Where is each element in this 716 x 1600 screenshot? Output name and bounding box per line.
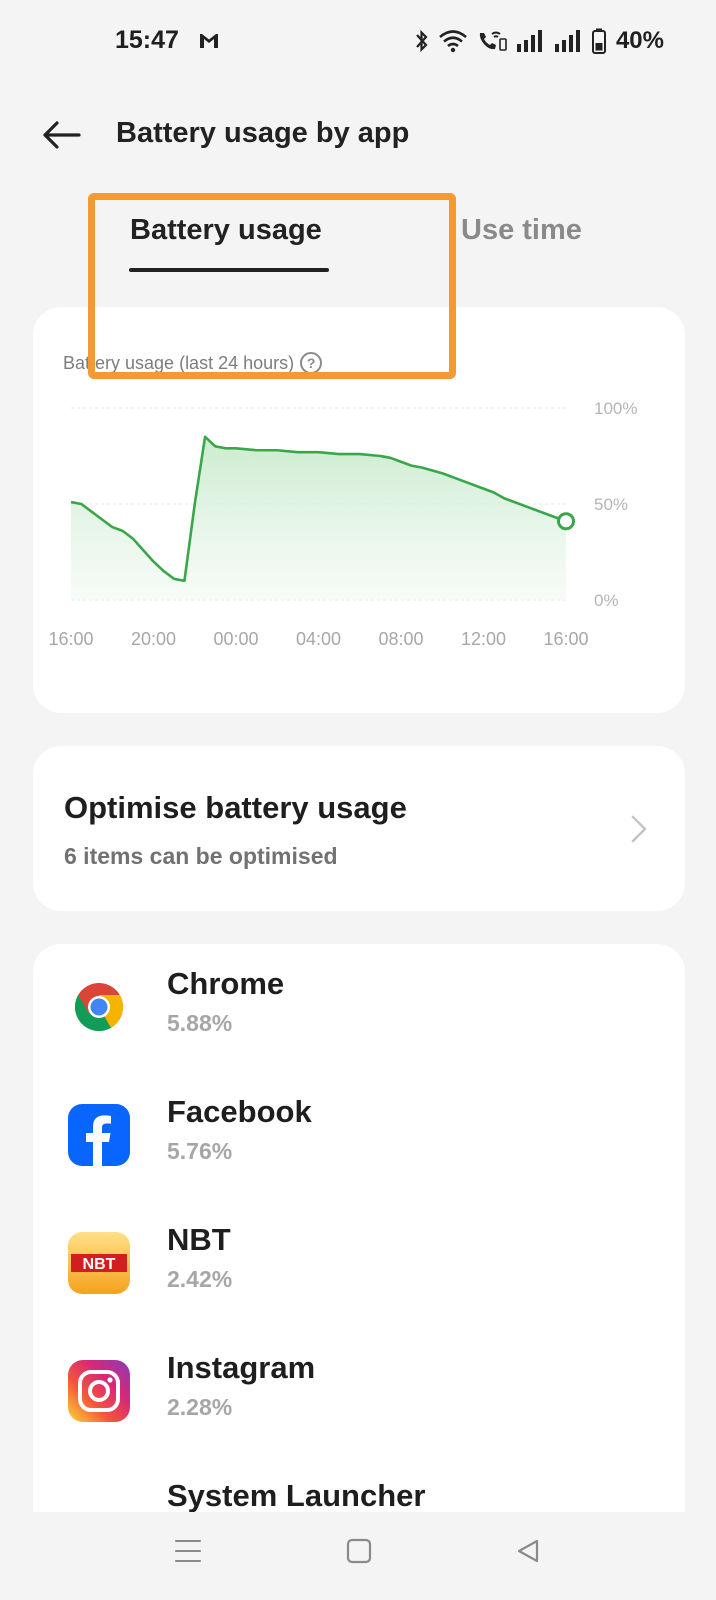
optimise-title: Optimise battery usage <box>64 790 407 825</box>
x-tick-label: 08:00 <box>378 629 423 649</box>
app-name: NBT <box>167 1222 231 1257</box>
active-tab-indicator <box>129 268 329 272</box>
x-tick-label: 16:00 <box>48 629 93 649</box>
y-tick-label: 50% <box>594 495 628 514</box>
app-name: Chrome <box>167 966 285 1001</box>
wifi-calling-icon <box>479 31 507 51</box>
chart-end-marker <box>557 512 575 531</box>
app-name: Facebook <box>167 1094 312 1129</box>
optimise-subtitle: 6 items can be optimised <box>64 843 338 869</box>
app-row-instagram[interactable]: Instagram 2.28% <box>33 1328 685 1438</box>
y-tick-label: 0% <box>594 591 619 610</box>
nbt-icon: NBT <box>68 1232 130 1294</box>
chrome-icon <box>74 983 124 1032</box>
nbt-icon-text: NBT <box>83 1256 116 1273</box>
tab-use-time[interactable]: Use time <box>461 214 582 247</box>
app-name: Instagram <box>167 1350 316 1385</box>
y-tick-label: 100% <box>594 399 637 418</box>
x-tick-label: 00:00 <box>213 629 258 649</box>
app-percent: 2.42% <box>167 1266 233 1292</box>
app-row-chrome[interactable]: Chrome 5.88% <box>33 944 685 1054</box>
app-row-facebook[interactable]: Facebook 5.76% <box>33 1072 685 1182</box>
app-row-nbt[interactable]: NBT NBT 2.42% <box>33 1200 685 1310</box>
battery-icon <box>591 28 606 54</box>
signal-icon <box>554 30 580 52</box>
gmail-icon <box>200 34 218 48</box>
wifi-icon <box>439 30 467 53</box>
chevron-right-icon <box>631 815 647 843</box>
back-triangle-icon[interactable] <box>515 1538 541 1564</box>
signal-icon <box>516 30 542 52</box>
battery-usage-chart: 100% 50% 0% 16:00 20:00 00:00 04:00 08:00 12:00… <box>48 399 637 649</box>
chart-area-fill <box>71 436 566 600</box>
app-percent: 5.88% <box>167 1010 233 1036</box>
page-title: Battery usage by app <box>116 117 410 149</box>
optimise-battery-card[interactable]: Optimise battery usage 6 items can be op… <box>33 746 685 911</box>
x-tick-label: 16:00 <box>543 629 588 649</box>
battery-chart-card: Battery usage (last 24 hours) ? 100% 50% 0… <box>33 307 685 713</box>
facebook-icon <box>68 1104 130 1166</box>
arrow-left-icon <box>43 121 81 149</box>
instagram-icon <box>68 1360 130 1422</box>
navigation-bar <box>0 1512 716 1600</box>
status-icons: 40% <box>414 26 664 56</box>
battery-percent: 40% <box>615 27 664 54</box>
app-percent: 2.28% <box>167 1394 233 1420</box>
home-icon[interactable] <box>346 1538 372 1564</box>
x-tick-label: 12:00 <box>461 629 506 649</box>
x-tick-label: 04:00 <box>296 629 341 649</box>
status-time: 15:47 <box>115 26 179 54</box>
x-tick-label: 20:00 <box>131 629 176 649</box>
menu-icon[interactable] <box>174 1538 202 1564</box>
status-bar: 15:47 40% <box>0 0 716 84</box>
tab-battery-usage[interactable]: Battery usage <box>130 214 322 247</box>
back-button[interactable] <box>40 115 84 155</box>
bluetooth-icon <box>416 29 428 53</box>
app-percent: 5.76% <box>167 1138 233 1164</box>
app-header: Battery usage by app <box>0 100 716 170</box>
app-name: System Launcher <box>167 1478 426 1513</box>
app-list: Chrome 5.88% Facebook 5.76% NBT NBT 2.42… <box>33 944 685 1594</box>
